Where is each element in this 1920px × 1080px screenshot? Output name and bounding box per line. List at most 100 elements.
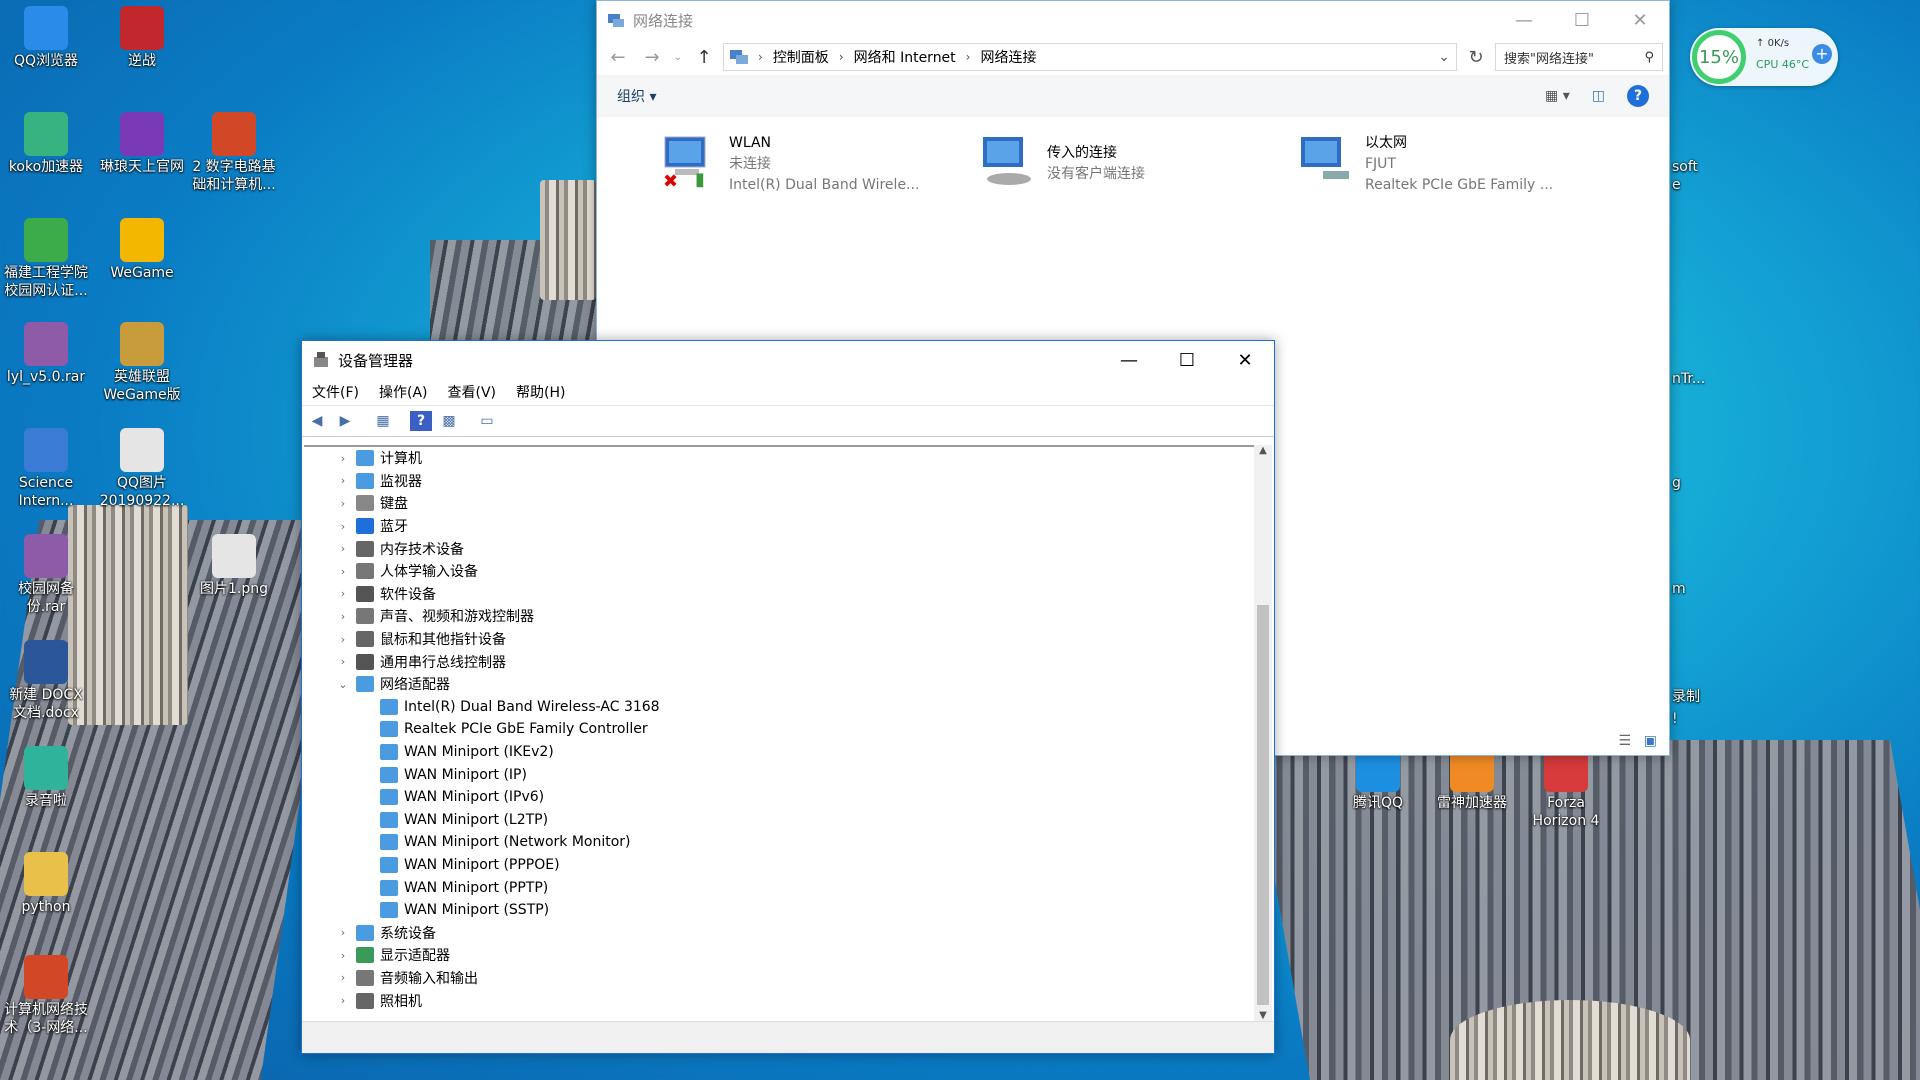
desktop-icon[interactable]: 图片1.png	[188, 534, 280, 598]
device-manager-titlebar[interactable]: 设备管理器 — ☐ ✕	[302, 341, 1274, 379]
desktop-icon-label-partial[interactable]: 录制	[1672, 688, 1732, 706]
help-icon[interactable]: ?	[1627, 85, 1649, 107]
desktop-icon[interactable]: Forza Horizon 4	[1520, 748, 1612, 830]
desktop-icon[interactable]: 校园网备份.rar	[0, 534, 92, 616]
device-category[interactable]: › 监视器	[304, 470, 1254, 493]
device-item[interactable]: ›WAN Miniport (L2TP)	[304, 809, 1254, 832]
address-path[interactable]: › 控制面板 › 网络和 Internet › 网络连接 ⌄	[723, 43, 1457, 71]
device-category[interactable]: › 通用串行总线控制器	[304, 650, 1254, 673]
connection-wlan[interactable]: ✖ ▮ WLAN 未连接 Intel(R) Dual Band Wirele..…	[661, 133, 961, 203]
help-book-icon[interactable]: ?	[410, 411, 432, 431]
menu-action[interactable]: 操作(A)	[379, 382, 428, 402]
desktop-icon-label-partial[interactable]: g	[1672, 474, 1732, 492]
desktop-icon[interactable]: 新建 DOCX 文档.docx	[0, 640, 92, 722]
device-category[interactable]: › 人体学输入设备	[304, 560, 1254, 583]
desktop-icon[interactable]: lyl_v5.0.rar	[0, 322, 92, 386]
desktop-icon[interactable]: Science Intern...	[0, 428, 92, 510]
device-item[interactable]: ›WAN Miniport (IPv6)	[304, 786, 1254, 809]
menu-help[interactable]: 帮助(H)	[516, 382, 565, 402]
device-category[interactable]: › 计算机	[304, 447, 1254, 470]
close-button[interactable]: ✕	[1611, 1, 1669, 39]
details-view-icon[interactable]: ☰	[1618, 733, 1631, 749]
desktop-icon-label-partial[interactable]: soft	[1672, 158, 1732, 176]
chevron-right-icon[interactable]: ›	[336, 994, 350, 1007]
desktop-icon[interactable]: QQ图片20190922...	[96, 428, 188, 510]
forward-arrow-icon[interactable]: ▶	[334, 411, 356, 431]
device-item[interactable]: ›WAN Miniport (Network Monitor)	[304, 831, 1254, 854]
desktop-icon[interactable]: koko加速器	[0, 112, 92, 176]
chevron-down-icon[interactable]: ⌄	[336, 678, 350, 691]
chevron-right-icon[interactable]: ›	[336, 926, 350, 939]
scroll-up-arrow-icon[interactable]: ▲	[1254, 445, 1272, 456]
desktop-icon[interactable]: QQ浏览器	[0, 6, 92, 70]
device-category[interactable]: › 键盘	[304, 492, 1254, 515]
show-hide-tree-icon[interactable]: ▦	[372, 411, 394, 431]
device-category[interactable]: › 声音、视频和游戏控制器	[304, 605, 1254, 628]
device-item[interactable]: ›Realtek PCIe GbE Family Controller	[304, 718, 1254, 741]
chevron-right-icon[interactable]: ›	[336, 949, 350, 962]
scan-hardware-icon[interactable]: ▭	[476, 411, 498, 431]
search-input[interactable]: 搜索"网络连接" ⚲	[1495, 43, 1663, 71]
desktop-icon[interactable]: 逆战	[96, 6, 188, 70]
minimize-button[interactable]: —	[1495, 1, 1553, 39]
device-item[interactable]: ›WAN Miniport (SSTP)	[304, 899, 1254, 922]
menu-file[interactable]: 文件(F)	[312, 382, 359, 402]
properties-icon[interactable]: ▩	[438, 411, 460, 431]
scrollbar-thumb[interactable]	[1257, 605, 1269, 1005]
device-category[interactable]: › 内存技术设备	[304, 537, 1254, 560]
chevron-right-icon[interactable]: ›	[336, 610, 350, 623]
large-icons-view-icon[interactable]: ▣	[1644, 733, 1657, 749]
device-item[interactable]: ›WAN Miniport (PPPOE)	[304, 854, 1254, 877]
device-item[interactable]: ›WAN Miniport (PPTP)	[304, 876, 1254, 899]
device-item[interactable]: ›WAN Miniport (IKEv2)	[304, 741, 1254, 764]
back-arrow-icon[interactable]: ←	[603, 47, 633, 68]
maximize-button[interactable]: ☐	[1553, 1, 1611, 39]
desktop-icon[interactable]: 琳琅天上官网	[96, 112, 188, 176]
desktop-icon[interactable]: 2 数字电路基础和计算机...	[188, 112, 280, 194]
widget-plus-button[interactable]: +	[1812, 44, 1832, 64]
device-category[interactable]: › 鼠标和其他指针设备	[304, 628, 1254, 651]
desktop-icon[interactable]: python	[0, 852, 92, 916]
breadcrumb-network-internet[interactable]: 网络和 Internet	[854, 47, 956, 67]
organize-button[interactable]: 组织 ▾	[617, 86, 656, 106]
network-window-titlebar[interactable]: 网络连接 — ☐ ✕	[597, 1, 1669, 39]
desktop-icon[interactable]: 英雄联盟WeGame版	[96, 322, 188, 404]
breadcrumb-control-panel[interactable]: 控制面板	[773, 47, 829, 67]
device-category[interactable]: › 软件设备	[304, 583, 1254, 606]
desktop-icon-label-partial[interactable]: e	[1672, 176, 1732, 194]
system-monitor-widget[interactable]: 15% ↑ 0K/s CPU 46°C +	[1690, 28, 1838, 86]
desktop-icon-label-partial[interactable]: !	[1672, 710, 1732, 728]
scroll-down-arrow-icon[interactable]: ▼	[1254, 1010, 1272, 1021]
preview-pane-icon[interactable]: ◫	[1592, 88, 1605, 104]
chevron-right-icon[interactable]: ›	[336, 971, 350, 984]
chevron-right-icon[interactable]: ›	[336, 587, 350, 600]
chevron-right-icon[interactable]: ›	[336, 452, 350, 465]
device-category[interactable]: › 音频输入和输出	[304, 967, 1254, 990]
change-view-icon[interactable]: ▦ ▾	[1545, 88, 1570, 104]
vertical-scrollbar[interactable]: ▲ ▼	[1254, 445, 1272, 1021]
desktop-icon[interactable]: 福建工程学院校园网认证...	[0, 218, 92, 300]
device-category[interactable]: › 蓝牙	[304, 515, 1254, 538]
desktop-icon-label-partial[interactable]: m	[1672, 580, 1732, 598]
breadcrumb-network-connections[interactable]: 网络连接	[980, 47, 1036, 67]
desktop-icon[interactable]: 腾讯QQ	[1332, 748, 1424, 812]
device-category[interactable]: › 系统设备	[304, 921, 1254, 944]
device-category[interactable]: › 照相机	[304, 989, 1254, 1012]
chevron-right-icon[interactable]: ›	[336, 497, 350, 510]
device-category[interactable]: ⌄ 网络适配器	[304, 673, 1254, 696]
back-arrow-icon[interactable]: ◀	[306, 411, 328, 431]
connection-incoming[interactable]: 传入的连接 没有客户端连接	[979, 133, 1279, 203]
chevron-right-icon[interactable]: ›	[336, 565, 350, 578]
menu-view[interactable]: 查看(V)	[448, 382, 497, 402]
chevron-right-icon[interactable]: ›	[336, 655, 350, 668]
desktop-icon[interactable]: 雷神加速器	[1426, 748, 1518, 812]
device-item[interactable]: ›WAN Miniport (IP)	[304, 763, 1254, 786]
device-category[interactable]: › 显示适配器	[304, 944, 1254, 967]
device-item[interactable]: ›Intel(R) Dual Band Wireless-AC 3168	[304, 696, 1254, 719]
connection-ethernet[interactable]: 以太网 FJUT Realtek PCIe GbE Family ...	[1297, 133, 1597, 203]
close-button[interactable]: ✕	[1216, 341, 1274, 379]
chevron-right-icon[interactable]: ›	[336, 542, 350, 555]
desktop-icon-label-partial[interactable]: nTr...	[1672, 370, 1732, 388]
chevron-right-icon[interactable]: ›	[336, 474, 350, 487]
desktop-icon[interactable]: WeGame	[96, 218, 188, 282]
